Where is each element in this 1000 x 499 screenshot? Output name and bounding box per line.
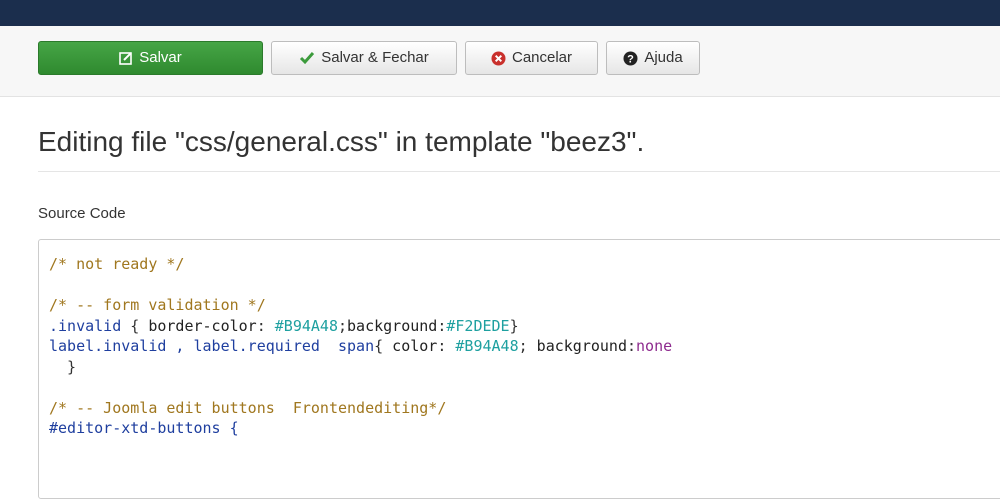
code-token: : — [437, 337, 456, 355]
code-token: background — [536, 337, 627, 355]
code-token: : — [256, 316, 275, 335]
source-code-label: Source Code — [38, 205, 126, 222]
code-token: #B94A48 — [455, 337, 519, 355]
page-title: Editing file "css/general.css" in templa… — [38, 126, 645, 157]
help-button[interactable]: ? Ajuda — [606, 41, 700, 75]
code-token: : — [626, 337, 637, 355]
code-line[interactable]: } — [49, 357, 76, 377]
code-line[interactable]: #editor-xtd-buttons { — [49, 418, 239, 438]
code-token: /* -- form validation */ — [49, 296, 266, 314]
save-button[interactable]: Salvar — [38, 41, 263, 75]
code-line[interactable]: .invalid { border-color: #B94A48;backgro… — [49, 316, 519, 336]
cancel-button-label: Cancelar — [511, 49, 573, 66]
code-token: label.invalid , label.required span — [49, 337, 375, 355]
code-token: #B94A48 — [274, 316, 338, 335]
help-button-label: Ajuda — [644, 49, 683, 66]
code-token: } — [509, 316, 519, 335]
code-token: { — [374, 337, 393, 355]
code-token: /* -- Joomla edit buttons Frontendeditin… — [49, 398, 447, 417]
save-close-button[interactable]: Salvar & Fechar — [271, 41, 457, 75]
code-line[interactable]: label.invalid , label.required span{ col… — [49, 336, 672, 356]
code-editor[interactable]: /* not ready */ /* -- form validation */.… — [38, 239, 1000, 499]
svg-text:?: ? — [627, 53, 634, 65]
code-token: { — [121, 316, 149, 335]
code-token: /* not ready */ — [49, 255, 185, 273]
save-button-label: Salvar — [139, 49, 182, 66]
code-line[interactable]: /* -- form validation */ — [49, 295, 266, 315]
code-token: } — [49, 357, 77, 376]
check-icon — [300, 52, 315, 65]
code-token: color — [392, 337, 438, 355]
edit-icon — [119, 52, 133, 65]
question-icon: ? — [623, 51, 638, 65]
code-token: border-color — [148, 316, 257, 335]
code-token: ; — [338, 316, 348, 335]
cancel-icon — [491, 51, 506, 65]
code-token: none — [636, 337, 673, 355]
title-divider — [38, 171, 1000, 172]
admin-top-bar — [0, 0, 1000, 26]
toolbar: Salvar Salvar & Fechar Cancelar ? Ajuda — [0, 26, 1000, 97]
code-token: #editor-xtd-buttons { — [49, 419, 239, 437]
code-token: .invalid — [49, 316, 122, 335]
save-close-button-label: Salvar & Fechar — [321, 49, 429, 66]
cancel-button[interactable]: Cancelar — [465, 41, 598, 75]
code-token: background — [347, 316, 438, 335]
code-token: ; — [518, 337, 537, 355]
code-line[interactable]: /* -- Joomla edit buttons Frontendeditin… — [49, 398, 446, 418]
code-line[interactable]: /* not ready */ — [49, 254, 184, 274]
code-token: #F2DEDE — [446, 316, 510, 335]
